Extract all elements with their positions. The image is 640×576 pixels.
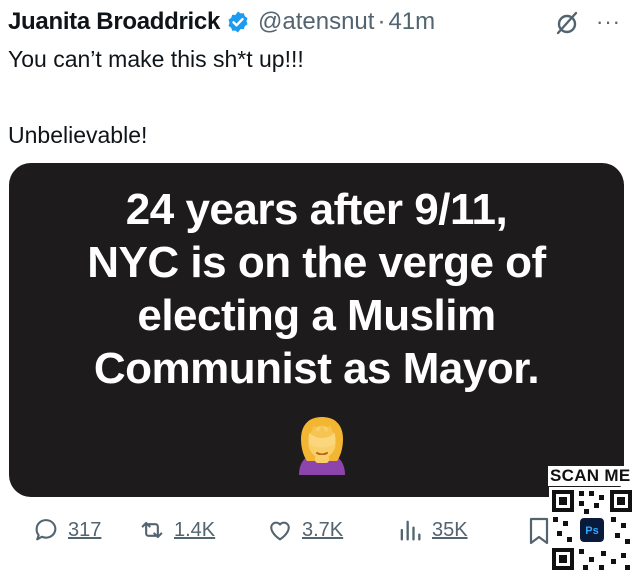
tweet-media-image[interactable]: 24 years after 9/11, NYC is on the verge… <box>9 163 624 497</box>
verified-badge-icon <box>226 10 250 34</box>
reply-icon <box>35 519 57 541</box>
tweet-header: Juanita Broaddrick @atensnut · 41m <box>8 8 435 36</box>
person-facepalming-emoji-icon <box>299 417 345 475</box>
media-headline: 24 years after 9/11, NYC is on the verge… <box>9 183 624 395</box>
qr-code-icon: Ps <box>549 487 635 573</box>
headline-line-4: Communist as Mayor. <box>93 344 540 393</box>
separator-dot: · <box>377 8 386 35</box>
post-time[interactable]: 41m <box>388 8 435 36</box>
repost-count: 1.4K <box>174 518 216 541</box>
repost-icon <box>141 521 163 539</box>
headline-line-3: electing a Muslim <box>137 291 496 340</box>
author-name[interactable]: Juanita Broaddrick <box>8 8 220 36</box>
heart-icon <box>270 521 290 541</box>
views-count: 35K <box>432 518 468 541</box>
scan-me-label: SCAN ME <box>548 466 633 486</box>
reply-count: 317 <box>68 518 102 541</box>
headline-line-1: 24 years after 9/11, <box>125 185 508 234</box>
tweet-text-line-1: You can’t make this sh*t up!!! <box>8 46 304 72</box>
like-count: 3.7K <box>302 518 344 541</box>
repost-button[interactable]: 1.4K <box>138 510 215 550</box>
more-options-icon[interactable]: ··· <box>596 10 621 34</box>
tweet-text-line-2: Unbelievable! <box>8 122 148 148</box>
reply-button[interactable]: 317 <box>32 510 101 550</box>
author-handle[interactable]: @atensnut <box>258 8 374 36</box>
grok-icon[interactable] <box>554 10 580 36</box>
views-icon <box>400 520 421 541</box>
qr-center-text: Ps <box>585 525 598 537</box>
headline-line-2: NYC is on the verge of <box>87 238 546 287</box>
like-button[interactable]: 3.7K <box>266 510 343 550</box>
views-button[interactable]: 35K <box>396 510 468 550</box>
